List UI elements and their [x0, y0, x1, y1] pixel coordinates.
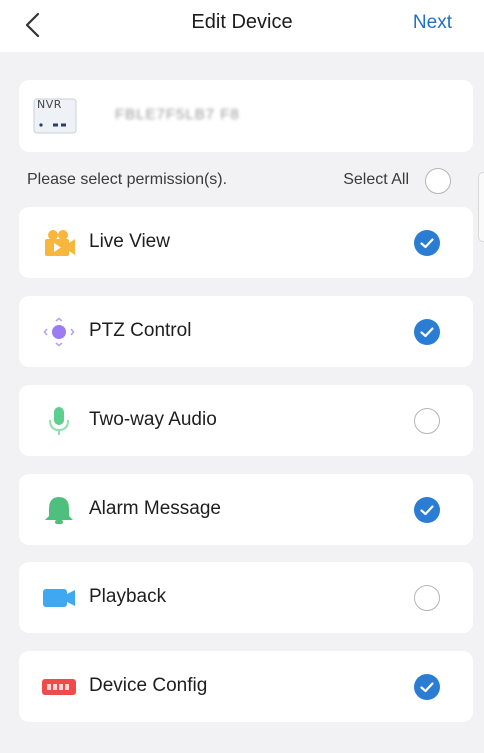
next-button[interactable]: Next — [413, 12, 452, 34]
device-card: NVR FBLE7F5LB7 F8 — [19, 80, 473, 152]
permission-checkbox-checked[interactable] — [414, 497, 440, 523]
permission-item-device-config[interactable]: Device Config — [19, 651, 473, 722]
ptz-control-icon — [41, 317, 77, 347]
microphone-icon — [41, 406, 77, 436]
nvr-device-icon: NVR — [33, 98, 81, 136]
permission-prompt-row: Please select permission(s). Select All — [27, 168, 451, 194]
top-bar: Edit Device Next — [0, 0, 484, 52]
device-name: FBLE7F5LB7 F8 — [115, 106, 240, 123]
scroll-handle[interactable] — [478, 172, 484, 242]
permission-checkbox-unchecked[interactable] — [414, 585, 440, 611]
permission-item-ptz-control[interactable]: PTZ Control — [19, 296, 473, 367]
device-type-label: NVR — [37, 98, 62, 111]
page-title: Edit Device — [191, 11, 293, 33]
permission-label: Playback — [89, 586, 167, 607]
permission-label: Two-way Audio — [89, 409, 217, 430]
permission-item-alarm-message[interactable]: Alarm Message — [19, 474, 473, 545]
select-all-label[interactable]: Select All — [343, 171, 409, 189]
permission-item-live-view[interactable]: Live View — [19, 207, 473, 278]
permission-prompt: Please select permission(s). — [27, 171, 228, 188]
permission-label: PTZ Control — [89, 320, 192, 341]
device-config-icon — [41, 672, 77, 702]
permission-label: Alarm Message — [89, 498, 221, 519]
permission-checkbox-unchecked[interactable] — [414, 408, 440, 434]
permission-label: Live View — [89, 231, 170, 252]
permission-checkbox-checked[interactable] — [414, 230, 440, 256]
permission-item-playback[interactable]: Playback — [19, 562, 473, 633]
permission-checkbox-checked[interactable] — [414, 674, 440, 700]
permission-checkbox-checked[interactable] — [414, 319, 440, 345]
permission-label: Device Config — [89, 675, 208, 696]
select-all-checkbox[interactable] — [425, 168, 451, 194]
live-view-icon — [41, 228, 77, 258]
permission-item-two-way-audio[interactable]: Two-way Audio — [19, 385, 473, 456]
playback-camera-icon — [41, 583, 77, 613]
alarm-bell-icon — [41, 495, 77, 525]
